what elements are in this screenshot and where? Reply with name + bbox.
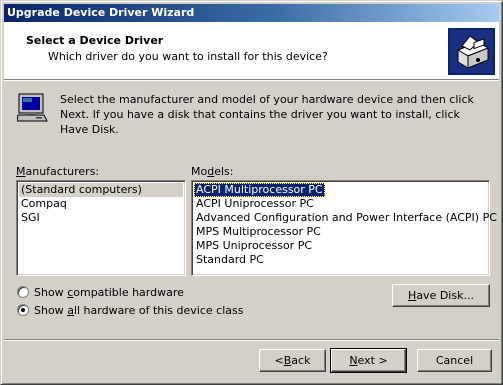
model-item[interactable]: Advanced Configuration and Power Interfa… — [194, 211, 497, 225]
manufacturer-item[interactable]: SGI — [19, 211, 183, 225]
manufacturer-item[interactable]: Compaq — [19, 197, 183, 211]
title-bar[interactable]: Upgrade Device Driver Wizard — [4, 4, 499, 22]
wizard-header: Select a Device Driver Which driver do y… — [4, 22, 499, 81]
model-item[interactable]: ACPI Multiprocessor PC — [194, 183, 325, 197]
show-compatible-label: Show compatible hardware — [34, 285, 184, 299]
hardware-install-icon — [448, 28, 495, 75]
next-button[interactable]: Next > — [330, 348, 407, 373]
footer-separator — [4, 339, 499, 341]
model-item[interactable]: MPS Multiprocessor PC — [194, 225, 487, 239]
cancel-button[interactable]: Cancel — [417, 349, 492, 372]
radio-button-checked[interactable] — [17, 304, 29, 316]
manufacturer-item[interactable]: (Standard computers) — [19, 183, 183, 197]
models-listbox[interactable]: ACPI Multiprocessor PC ACPI Uniprocessor… — [191, 180, 497, 276]
wizard-window: Upgrade Device Driver Wizard Select a De… — [0, 0, 503, 385]
radio-button-unchecked[interactable] — [17, 286, 29, 298]
model-item[interactable]: ACPI Uniprocessor PC — [194, 197, 487, 211]
model-item[interactable]: Standard PC — [194, 253, 487, 267]
header-subtitle: Which driver do you want to install for … — [48, 50, 328, 63]
have-disk-button[interactable]: Have Disk... — [392, 284, 490, 307]
header-title: Select a Device Driver — [26, 34, 164, 47]
show-all-radio[interactable]: Show all hardware of this device class — [17, 303, 243, 317]
instructions-text: Select the manufacturer and model of you… — [60, 93, 474, 136]
show-all-label: Show all hardware of this device class — [34, 303, 244, 317]
manufacturers-label: Manufacturers: — [16, 165, 100, 178]
manufacturers-listbox[interactable]: (Standard computers) Compaq SGI — [16, 180, 186, 276]
show-compatible-radio[interactable]: Show compatible hardware — [17, 285, 184, 299]
window-title: Upgrade Device Driver Wizard — [7, 6, 195, 19]
back-button[interactable]: < Back — [259, 349, 326, 372]
models-label: Models: — [191, 165, 234, 178]
computer-icon — [17, 93, 48, 122]
model-item[interactable]: MPS Uniprocessor PC — [194, 239, 487, 253]
